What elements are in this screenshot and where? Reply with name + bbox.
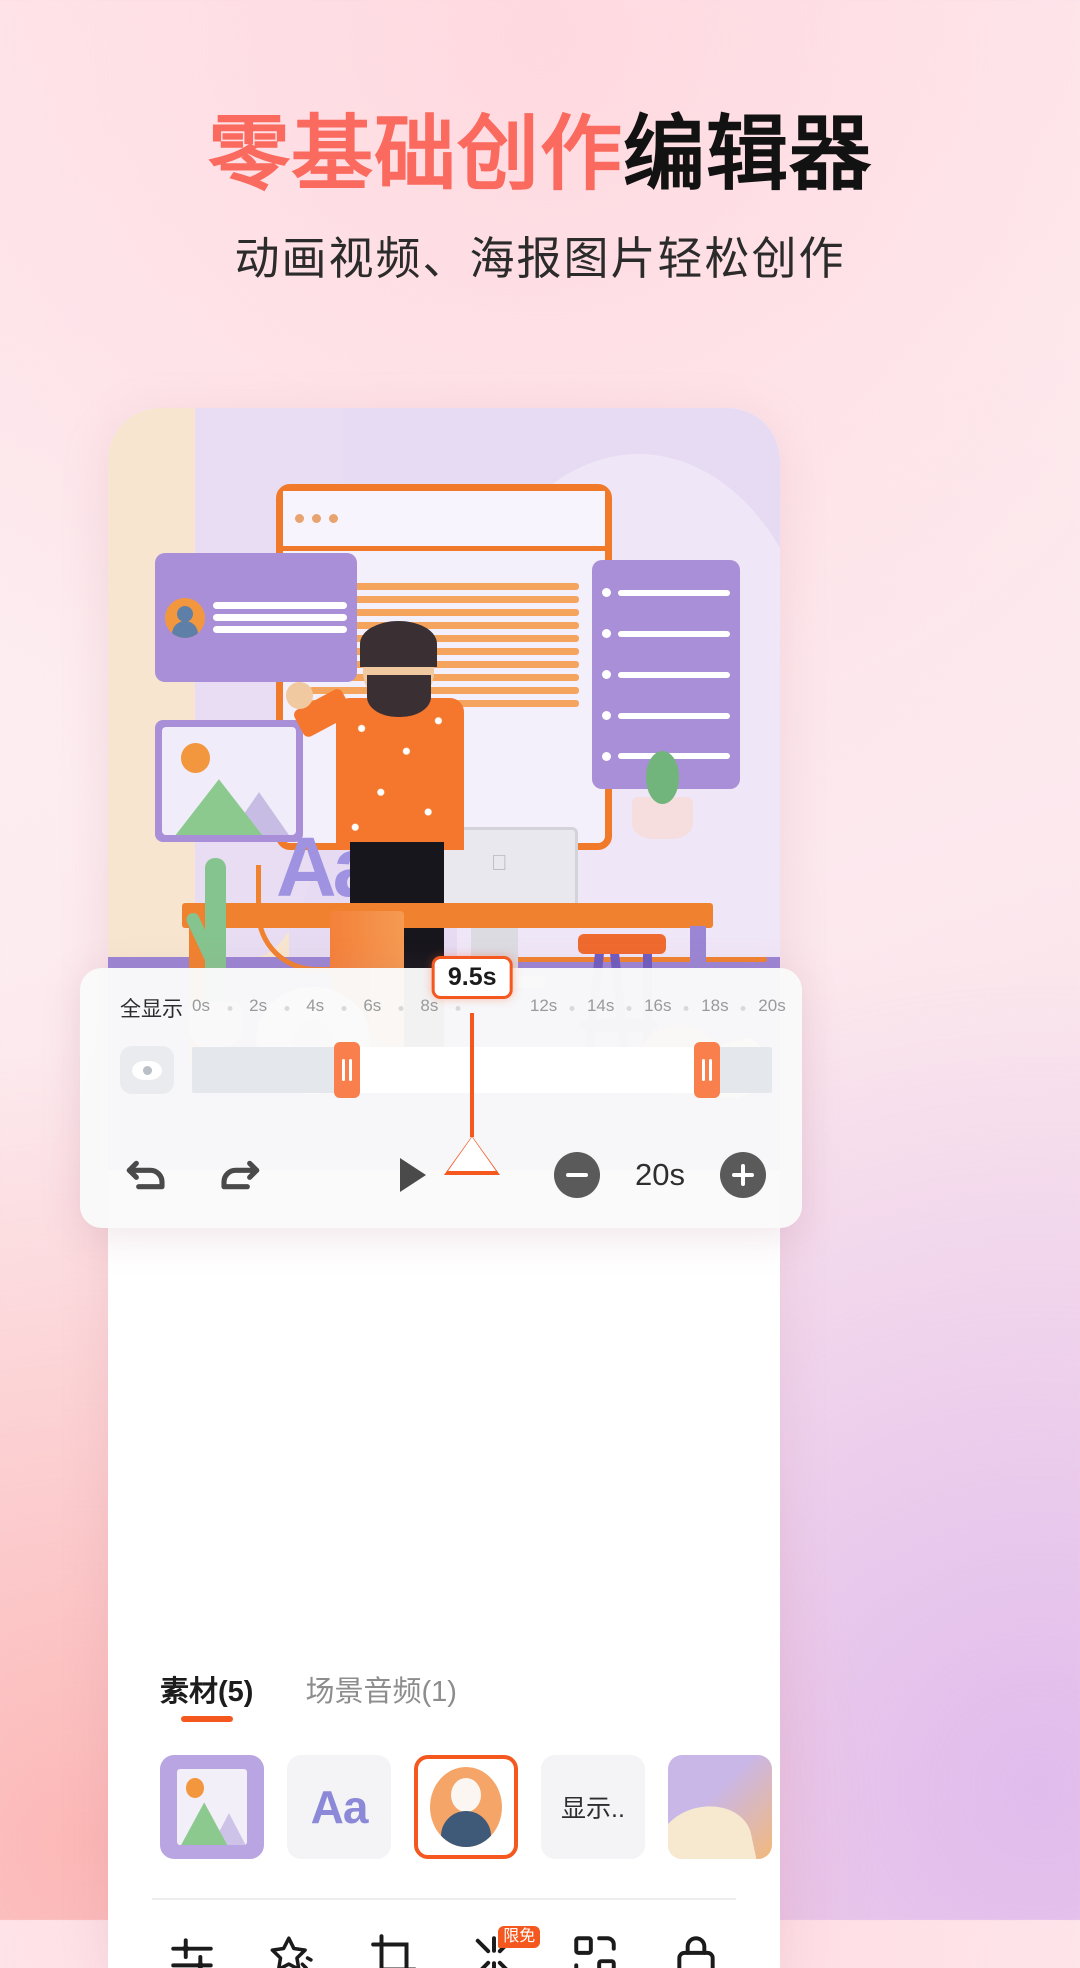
- current-time-badge[interactable]: 9.5s: [432, 956, 513, 999]
- headline-accent: 零基础创作: [208, 109, 623, 200]
- play-button[interactable]: [386, 1149, 434, 1201]
- timeline-minor-tick: [570, 1006, 575, 1011]
- headline-plain: 编辑器: [623, 109, 872, 200]
- tool-lock[interactable]: 锁定: [648, 1932, 744, 1968]
- timeline-controls: 20s: [120, 1144, 766, 1206]
- timeline-tick-20s: 20s: [758, 996, 785, 1016]
- timeline-track-row: [120, 1042, 772, 1098]
- tool-animation[interactable]: 动画: [245, 1932, 341, 1968]
- crop-icon: [369, 1932, 419, 1968]
- timeline-minor-tick: [627, 1006, 632, 1011]
- timeline-tick-12s: 12s: [530, 996, 557, 1016]
- star-sparkle-icon: [268, 1932, 318, 1968]
- tool-cutout[interactable]: 限免 抠图: [446, 1932, 542, 1968]
- timeline-tick-0s: 0s: [192, 996, 210, 1016]
- promo-header: 零基础创作编辑器 动画视频、海报图片轻松创作: [0, 112, 1080, 287]
- timeline-tick-2s: 2s: [249, 996, 267, 1016]
- thumb-display-label: 显示..: [561, 1789, 625, 1825]
- thumb-text[interactable]: Aa: [287, 1755, 391, 1859]
- timeline-track[interactable]: [192, 1047, 772, 1093]
- replace-icon: [570, 1932, 620, 1968]
- eye-icon: [132, 1061, 162, 1080]
- zoom-out-button[interactable]: [554, 1152, 600, 1198]
- tab-scene-audio[interactable]: 场景音频(1): [305, 1668, 456, 1722]
- undo-button[interactable]: [120, 1147, 176, 1203]
- thumb-text-label: Aa: [311, 1780, 368, 1834]
- timeline-minor-tick: [741, 1006, 746, 1011]
- timeline-panel: 全显示 0s 2s 4s 6s 8s 12s 14s 16s 18s 20s: [80, 968, 802, 1228]
- timeline-clip-selected[interactable]: [346, 1047, 706, 1093]
- tool-crop[interactable]: 裁剪: [346, 1932, 442, 1968]
- plus-circle-icon-vertical: [741, 1164, 745, 1186]
- timeline-minor-tick: [398, 1006, 403, 1011]
- page-title: 零基础创作编辑器: [0, 112, 1080, 198]
- undo-icon: [120, 1147, 176, 1203]
- duration-stepper: 20s: [554, 1152, 766, 1198]
- tool-replace[interactable]: 替换: [547, 1932, 643, 1968]
- redo-button[interactable]: [210, 1147, 266, 1203]
- thumb-display[interactable]: 显示..: [541, 1755, 645, 1859]
- timeline-all-show-label[interactable]: 全显示: [120, 993, 183, 1023]
- illustration-profile-card: [155, 553, 357, 683]
- lock-icon: [671, 1932, 721, 1968]
- redo-icon: [210, 1147, 266, 1203]
- timeline-clip-before: [192, 1047, 346, 1093]
- timeline-playhead[interactable]: [470, 1013, 474, 1137]
- timeline-tick-4s: 4s: [306, 996, 324, 1016]
- person-avatar-icon: [430, 1767, 502, 1847]
- duration-value: 20s: [622, 1157, 698, 1193]
- tool-style[interactable]: 样式: [144, 1932, 240, 1968]
- tool-cutout-badge: 限免: [498, 1926, 540, 1948]
- page-subtitle: 动画视频、海报图片轻松创作: [0, 222, 1080, 287]
- timeline-tick-18s: 18s: [701, 996, 728, 1016]
- tab-materials[interactable]: 素材(5): [160, 1668, 253, 1722]
- timeline-tick-16s: 16s: [644, 996, 671, 1016]
- timeline-tick-8s: 8s: [420, 996, 438, 1016]
- playhead-triangle: [448, 1137, 496, 1171]
- sliders-icon: [167, 1932, 217, 1968]
- timeline-trim-handle-right[interactable]: [694, 1042, 720, 1098]
- timeline-tick-6s: 6s: [363, 996, 381, 1016]
- timeline-minor-tick: [227, 1006, 232, 1011]
- bottom-toolbar: 样式 动画 裁剪 限免 抠图: [108, 1916, 780, 1968]
- zoom-in-button[interactable]: [720, 1152, 766, 1198]
- thumb-image[interactable]: [160, 1755, 264, 1859]
- thumb-shape-1[interactable]: [668, 1755, 772, 1859]
- timeline-minor-tick: [284, 1006, 289, 1011]
- asset-thumbnail-list: Aa 显示..: [108, 1742, 780, 1872]
- asset-tabs: 素材(5) 场景音频(1): [108, 1652, 780, 1738]
- timeline-tick-14s: 14s: [587, 996, 614, 1016]
- timeline-minor-tick: [341, 1006, 346, 1011]
- visibility-toggle-button[interactable]: [120, 1046, 174, 1094]
- toolbar-divider: [152, 1898, 736, 1900]
- timeline-minor-tick: [455, 1006, 460, 1011]
- timeline-trim-handle-left[interactable]: [334, 1042, 360, 1098]
- play-icon: [386, 1149, 434, 1201]
- minus-circle-icon: [566, 1173, 588, 1177]
- timeline-minor-tick: [684, 1006, 689, 1011]
- thumb-person-selected[interactable]: [414, 1755, 518, 1859]
